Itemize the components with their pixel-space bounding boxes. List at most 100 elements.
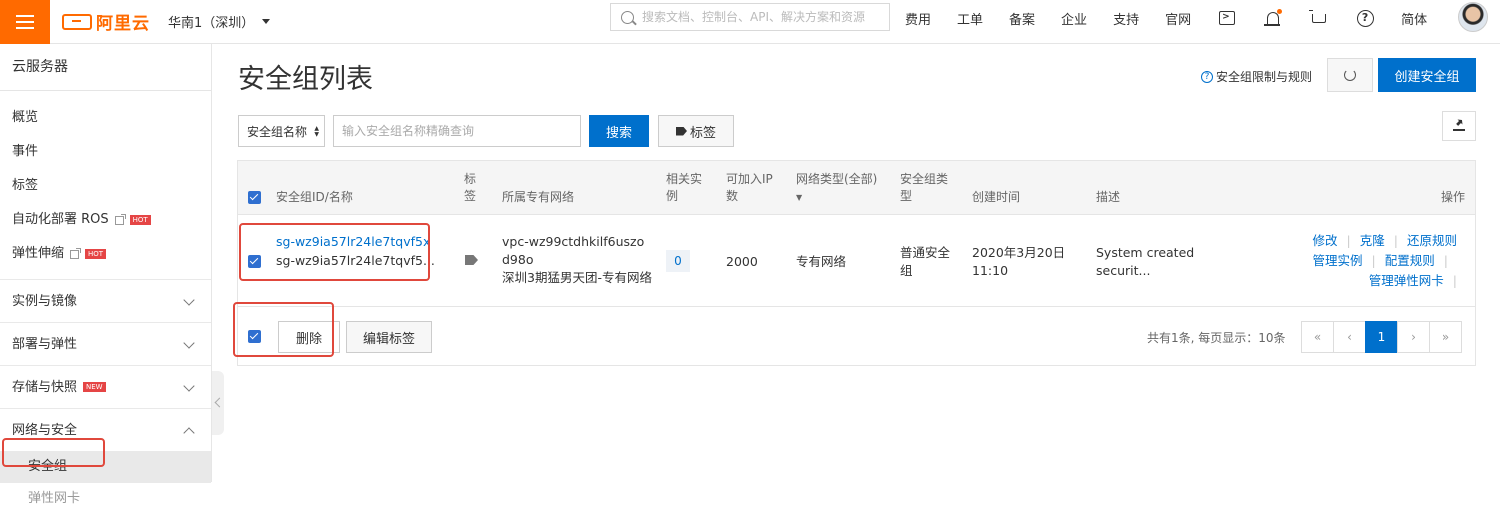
chevron-down-icon (183, 380, 195, 392)
menu-icon[interactable] (0, 0, 50, 44)
caret-down-icon: ▼ (796, 193, 803, 202)
net-type-label: 网络类型(全部) (796, 172, 878, 186)
help-icon[interactable]: ? (1355, 8, 1375, 28)
filter-input[interactable] (333, 115, 581, 147)
filter-field-label: 安全组名称 (247, 124, 308, 139)
terminal-icon[interactable]: > (1217, 8, 1237, 28)
chevron-up-icon (183, 427, 195, 439)
new-badge: NEW (83, 382, 106, 392)
table-header: 安全组ID/名称 标签 所属专有网络 相关实例 可加入IP数 网络类型(全部) … (238, 161, 1475, 215)
tag-icon (675, 126, 687, 136)
page-next-button[interactable]: › (1397, 321, 1430, 353)
sidebar-collapse-handle[interactable] (212, 371, 224, 435)
cart-icon[interactable] (1309, 8, 1329, 28)
sidebar-item-label: 标签 (12, 178, 39, 193)
nav-tickets[interactable]: 工单 (957, 9, 983, 28)
col-header-instances: 相关实例 (666, 172, 703, 203)
col-header-sg-type: 安全组类型 (900, 172, 949, 203)
sidebar-group-label: 存储与快照 (12, 379, 78, 395)
sidebar-item-ros[interactable]: 自动化部署 ROS HOT (0, 203, 211, 237)
op-manage-instances-link[interactable]: 管理实例 (1313, 253, 1363, 268)
limit-rules-link[interactable]: ? 安全组限制与规则 (1201, 68, 1312, 85)
search-button[interactable]: 搜索 (589, 115, 649, 147)
sort-updown-icon: ▲ ▼ (314, 125, 319, 138)
sidebar-group-label: 部署与弹性 (12, 336, 78, 352)
op-manage-eni-link[interactable]: 管理弹性网卡 (1369, 273, 1444, 288)
hot-badge: HOT (85, 249, 107, 259)
sidebar-group-label: 网络与安全 (12, 422, 78, 438)
sidebar-item-label: 事件 (12, 144, 39, 159)
sidebar-group-instances-images[interactable]: 实例与镜像 (0, 279, 211, 322)
page-first-button[interactable]: « (1301, 321, 1334, 353)
op-modify-link[interactable]: 修改 (1313, 233, 1338, 248)
sidebar-group-storage[interactable]: 存储与快照 NEW (0, 365, 211, 408)
bell-icon[interactable] (1263, 8, 1283, 28)
create-security-group-button[interactable]: 创建安全组 (1378, 58, 1476, 92)
nav-icp[interactable]: 备案 (1009, 9, 1035, 28)
col-header-id: 安全组ID/名称 (276, 190, 353, 204)
tag-filter-label: 标签 (689, 125, 716, 141)
tag-icon[interactable] (465, 255, 478, 265)
region-selector[interactable]: 华南1（深圳） (168, 12, 271, 31)
footer-select-all-checkbox[interactable] (248, 330, 261, 343)
sidebar-item-events[interactable]: 事件 (0, 135, 211, 169)
tag-filter-button[interactable]: 标签 (658, 115, 734, 147)
nav-official-site[interactable]: 官网 (1165, 9, 1191, 28)
sidebar-item-tags[interactable]: 标签 (0, 169, 211, 203)
pagination-total: 共有1条, 每页显示：10条 (1147, 331, 1286, 345)
col-header-desc: 描述 (1096, 190, 1121, 204)
filter-field-select[interactable]: 安全组名称 ▲ ▼ (238, 115, 325, 147)
security-group-table: 安全组ID/名称 标签 所属专有网络 相关实例 可加入IP数 网络类型(全部) … (237, 160, 1476, 366)
sidebar-group-network-security[interactable]: 网络与安全 (0, 408, 211, 451)
export-icon (1453, 121, 1465, 131)
refresh-button[interactable] (1327, 58, 1373, 92)
avatar[interactable] (1458, 2, 1488, 32)
page-title: 安全组列表 (238, 64, 373, 95)
page-last-button[interactable]: » (1429, 321, 1462, 353)
security-group-type: 普通安全组 (900, 245, 951, 278)
page-1-button[interactable]: 1 (1365, 321, 1398, 353)
sidebar-item-overview[interactable]: 概览 (0, 101, 211, 135)
vpc-id: vpc-wz99ctdhkilf6uszod98o (502, 234, 645, 267)
sidebar-item-eni[interactable]: 弹性网卡 (0, 483, 211, 515)
refresh-icon (1344, 69, 1356, 81)
sidebar-item-label: 弹性伸缩 (12, 246, 65, 261)
security-group-name: sg-wz9ia57lr24le7tqvf5... (276, 253, 435, 268)
delete-button[interactable]: 删除 (278, 321, 340, 353)
logo-mark-icon (62, 13, 92, 30)
hot-badge: HOT (129, 215, 151, 225)
col-header-ip: 可加入IP数 (726, 172, 773, 203)
sidebar-item-label: 自动化部署 ROS (12, 212, 109, 227)
created-time: 2020年3月20日 11:10 (972, 245, 1066, 278)
sidebar-title: 云服务器 (0, 44, 211, 91)
region-label: 华南1（深圳） (168, 16, 255, 31)
pagination: « ‹ 1 › » (1301, 321, 1462, 353)
aliyun-logo[interactable]: 阿里云 (62, 9, 158, 34)
top-bar: 阿里云 华南1（深圳） 费用 工单 备案 企业 支持 官网 > ? 简体 (0, 0, 1500, 44)
op-configure-rules-link[interactable]: 配置规则 (1385, 253, 1435, 268)
sidebar-item-label: 概览 (12, 110, 39, 125)
sidebar: 云服务器 概览 事件 标签 自动化部署 ROS HOT 弹性伸缩 HOT 实例与… (0, 44, 212, 515)
nav-support[interactable]: 支持 (1113, 9, 1139, 28)
sidebar-group-deployment[interactable]: 部署与弹性 (0, 322, 211, 365)
op-clone-link[interactable]: 克隆 (1360, 233, 1385, 248)
edit-tags-button[interactable]: 编辑标签 (346, 321, 432, 353)
global-search[interactable] (610, 3, 890, 31)
row-operations: 修改 | 克隆 | 还原规则 管理实例 | 配置规则 | 管理弹性网卡 | (1312, 233, 1457, 288)
global-search-input[interactable] (642, 10, 882, 24)
col-header-net-type[interactable]: 网络类型(全部) ▼ (796, 171, 886, 206)
language-switch[interactable]: 简体 (1401, 9, 1427, 28)
sidebar-item-security-group[interactable]: 安全组 (0, 451, 211, 483)
row-checkbox[interactable] (248, 255, 261, 268)
external-link-icon (70, 247, 82, 259)
nav-billing[interactable]: 费用 (905, 9, 931, 28)
col-header-tag: 标签 (464, 172, 477, 203)
sidebar-item-autoscaling[interactable]: 弹性伸缩 HOT (0, 237, 211, 271)
select-all-checkbox[interactable] (248, 191, 261, 204)
security-group-id-link[interactable]: sg-wz9ia57lr24le7tqvf5x (276, 233, 430, 251)
page-prev-button[interactable]: ‹ (1333, 321, 1366, 353)
nav-enterprise[interactable]: 企业 (1061, 9, 1087, 28)
instance-count[interactable]: 0 (666, 250, 690, 272)
export-button[interactable] (1442, 111, 1476, 141)
op-restore-rules-link[interactable]: 还原规则 (1407, 233, 1457, 248)
